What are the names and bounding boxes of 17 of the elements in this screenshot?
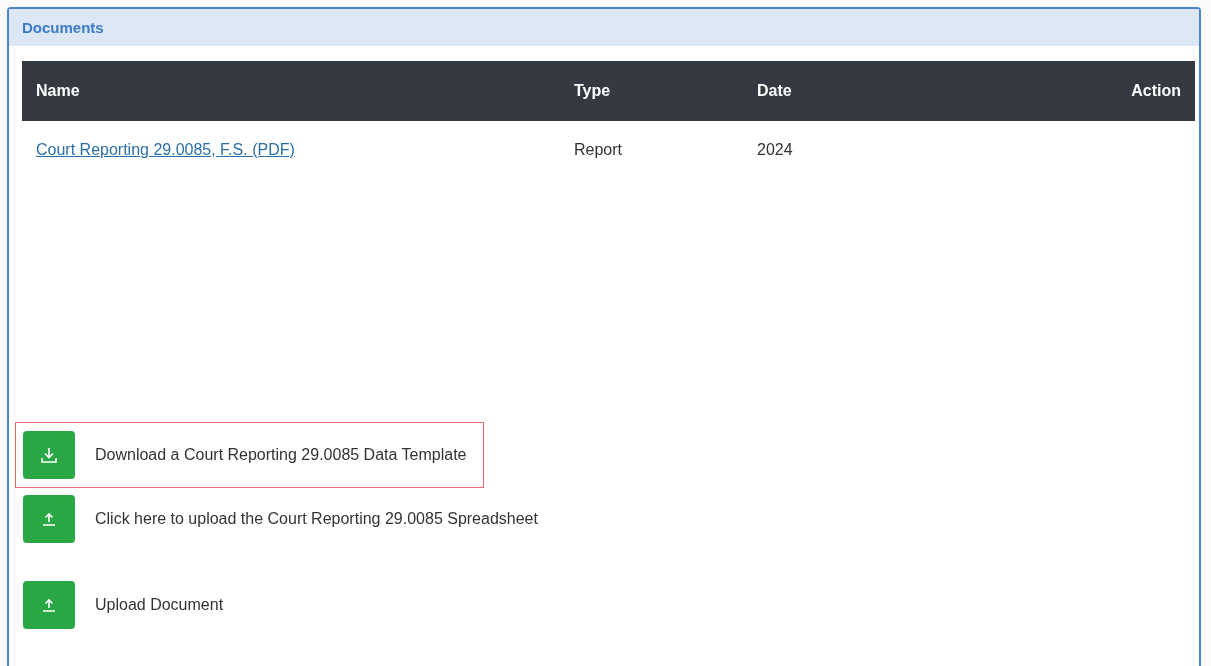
- column-header: Date: [743, 61, 947, 121]
- column-header: Action: [946, 61, 1195, 121]
- document-link[interactable]: Court Reporting 29.0085, F.S. (PDF): [36, 141, 295, 158]
- upload-button[interactable]: [23, 581, 75, 629]
- upload-button[interactable]: [23, 495, 75, 543]
- action-label[interactable]: Click here to upload the Court Reporting 29.0085 Spreadsheet: [95, 510, 538, 528]
- upload-icon: [42, 512, 56, 526]
- table-cell: Report: [560, 121, 743, 179]
- download-icon: [40, 446, 58, 464]
- column-header: Type: [560, 61, 743, 121]
- action-label[interactable]: Download a Court Reporting 29.0085 Data Template: [95, 446, 467, 464]
- panel-title: Documents: [22, 19, 104, 36]
- column-header: Name: [22, 61, 560, 121]
- upload-icon: [42, 598, 56, 612]
- action-label[interactable]: Upload Document: [95, 596, 224, 614]
- table-cell: 2024: [743, 121, 947, 179]
- download-button[interactable]: [23, 431, 75, 479]
